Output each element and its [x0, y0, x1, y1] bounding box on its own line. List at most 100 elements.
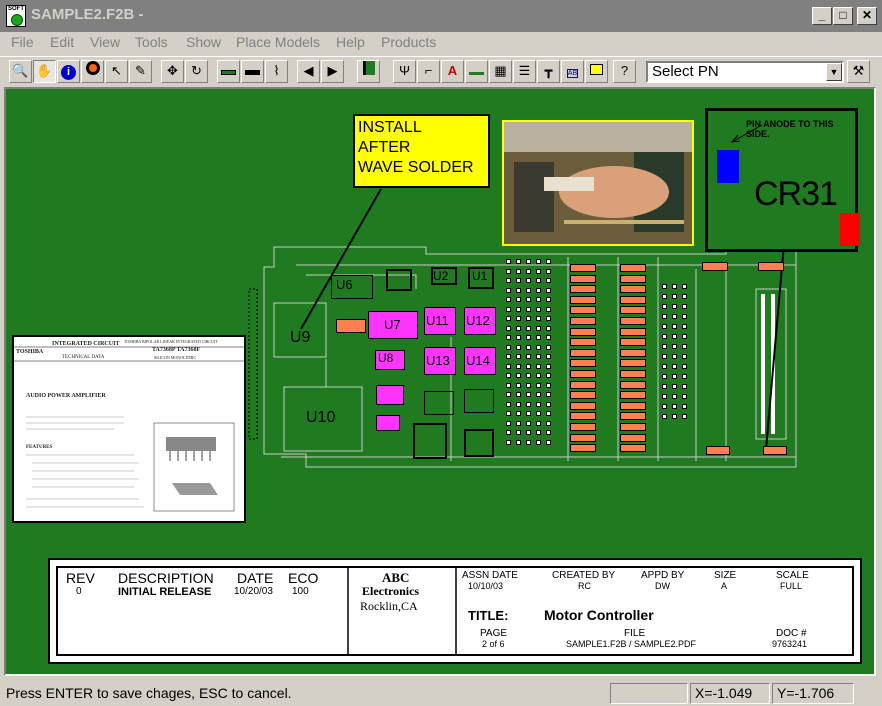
select-pn-dropdown[interactable]: Select PN ▼: [646, 61, 844, 83]
resistor[interactable]: [570, 370, 596, 378]
rotate-icon[interactable]: ↻: [185, 60, 208, 83]
info-icon[interactable]: i: [57, 60, 80, 83]
pad: [672, 414, 677, 419]
resistor-bottom-2[interactable]: [763, 446, 787, 455]
waveform-icon[interactable]: ⌇: [265, 60, 288, 83]
maximize-button[interactable]: □: [833, 7, 853, 25]
resistor[interactable]: [620, 327, 646, 336]
app-icon[interactable]: SOFT: [6, 5, 26, 27]
resistor[interactable]: [620, 401, 646, 410]
label-icon[interactable]: AB: [561, 60, 584, 83]
chip-small-1[interactable]: [376, 385, 404, 405]
cr31-detail-panel[interactable]: PIN ANODE TO THIS SIDE. CR31: [705, 108, 860, 252]
resistor[interactable]: [570, 423, 596, 431]
hammer-icon[interactable]: ⚒: [847, 60, 870, 83]
resistor[interactable]: [570, 327, 596, 336]
grid-icon[interactable]: ▦: [489, 60, 512, 83]
title-block[interactable]: REV DESCRIPTION DATE ECO 0 INITIAL RELEA…: [48, 558, 862, 664]
pad: [516, 420, 521, 426]
chip-block-5[interactable]: [464, 389, 494, 413]
edit-icon[interactable]: ✎: [129, 60, 152, 83]
menu-products[interactable]: Products: [381, 34, 436, 50]
previous-icon[interactable]: ◀: [297, 60, 320, 83]
chip-block-1[interactable]: [386, 269, 412, 291]
menu-view[interactable]: View: [90, 34, 120, 50]
assembly-photo[interactable]: [502, 120, 694, 246]
resistor[interactable]: [620, 423, 646, 431]
resistor[interactable]: [620, 264, 646, 272]
resistor[interactable]: [570, 433, 596, 442]
menu-place-models[interactable]: Place Models: [236, 34, 320, 50]
resistor[interactable]: [570, 444, 596, 453]
resistor[interactable]: [570, 295, 596, 304]
resistor-top-1[interactable]: [702, 262, 728, 271]
resistor[interactable]: [620, 295, 646, 304]
resistor[interactable]: [620, 285, 646, 294]
datasheet-image[interactable]: INTEGRATED CIRCUIT TOSHIBA TECHNICAL DAT…: [12, 335, 246, 523]
zoom-icon[interactable]: 🔍: [9, 60, 32, 83]
wire-icon[interactable]: ⌐: [417, 60, 440, 83]
resistor[interactable]: [570, 317, 596, 325]
resistor-r1[interactable]: [336, 319, 366, 333]
component-2-icon[interactable]: [241, 60, 264, 83]
chip-block-3[interactable]: [464, 429, 494, 457]
resistor[interactable]: [620, 412, 646, 421]
resistor[interactable]: [620, 391, 646, 400]
resistor[interactable]: [570, 338, 596, 347]
line-icon[interactable]: [465, 60, 488, 83]
text-a-icon[interactable]: A: [441, 60, 464, 83]
menu-edit[interactable]: Edit: [50, 34, 74, 50]
menu-file[interactable]: File: [11, 34, 34, 50]
resistor[interactable]: [570, 348, 596, 357]
menu-tools[interactable]: Tools: [135, 34, 168, 50]
resistor[interactable]: [620, 433, 646, 442]
probe-icon[interactable]: Ψ: [393, 60, 416, 83]
resistor[interactable]: [570, 401, 596, 410]
resistor[interactable]: [620, 359, 646, 368]
resistor[interactable]: [620, 348, 646, 357]
resistor[interactable]: [620, 444, 646, 453]
close-button[interactable]: ✕: [857, 7, 877, 25]
minimize-button[interactable]: _: [812, 7, 832, 25]
target-icon[interactable]: [81, 60, 104, 83]
resistor[interactable]: [570, 391, 596, 400]
chip-small-2[interactable]: [376, 415, 400, 431]
resistor[interactable]: [570, 264, 596, 272]
title-label: TITLE:: [468, 608, 509, 623]
resistor-top-2[interactable]: [758, 262, 784, 271]
component-1-icon[interactable]: [217, 60, 240, 83]
pad: [536, 325, 541, 331]
resistor[interactable]: [570, 285, 596, 294]
resistor[interactable]: [620, 338, 646, 347]
resistor[interactable]: [570, 412, 596, 421]
menu-show[interactable]: Show: [186, 34, 221, 50]
resistor[interactable]: [570, 306, 596, 315]
resistor[interactable]: [570, 274, 596, 283]
resistor[interactable]: [570, 380, 596, 389]
pin-icon[interactable]: ┳: [537, 60, 560, 83]
chip-block-2[interactable]: [413, 423, 447, 459]
resistor[interactable]: [570, 359, 596, 368]
install-note[interactable]: INSTALL AFTER WAVE SOLDER: [353, 114, 490, 188]
chevron-down-icon[interactable]: ▼: [826, 63, 842, 81]
pad: [546, 392, 551, 397]
flag-icon[interactable]: [357, 60, 380, 83]
chip-block-4[interactable]: [424, 391, 454, 415]
pad: [516, 392, 521, 397]
resistor[interactable]: [620, 317, 646, 325]
list-icon[interactable]: ☰: [513, 60, 536, 83]
move-icon[interactable]: ✥: [161, 60, 184, 83]
resistor[interactable]: [620, 370, 646, 378]
next-icon[interactable]: ▶: [321, 60, 344, 83]
help-pointer-icon[interactable]: ?: [613, 60, 636, 83]
resistor[interactable]: [620, 274, 646, 283]
board-canvas[interactable]: U9 U10 U6 U8 U7 U11 U12 U13 U14 U2 U1 IN…: [4, 87, 876, 676]
resistor[interactable]: [620, 380, 646, 389]
menu-help[interactable]: Help: [336, 34, 365, 50]
pan-hand-icon[interactable]: ✋: [33, 60, 56, 83]
select-arrow-icon[interactable]: ↖: [105, 60, 128, 83]
note-icon[interactable]: [585, 60, 608, 83]
pad: [506, 335, 511, 340]
resistor-bottom-1[interactable]: [706, 446, 730, 455]
resistor[interactable]: [620, 306, 646, 315]
